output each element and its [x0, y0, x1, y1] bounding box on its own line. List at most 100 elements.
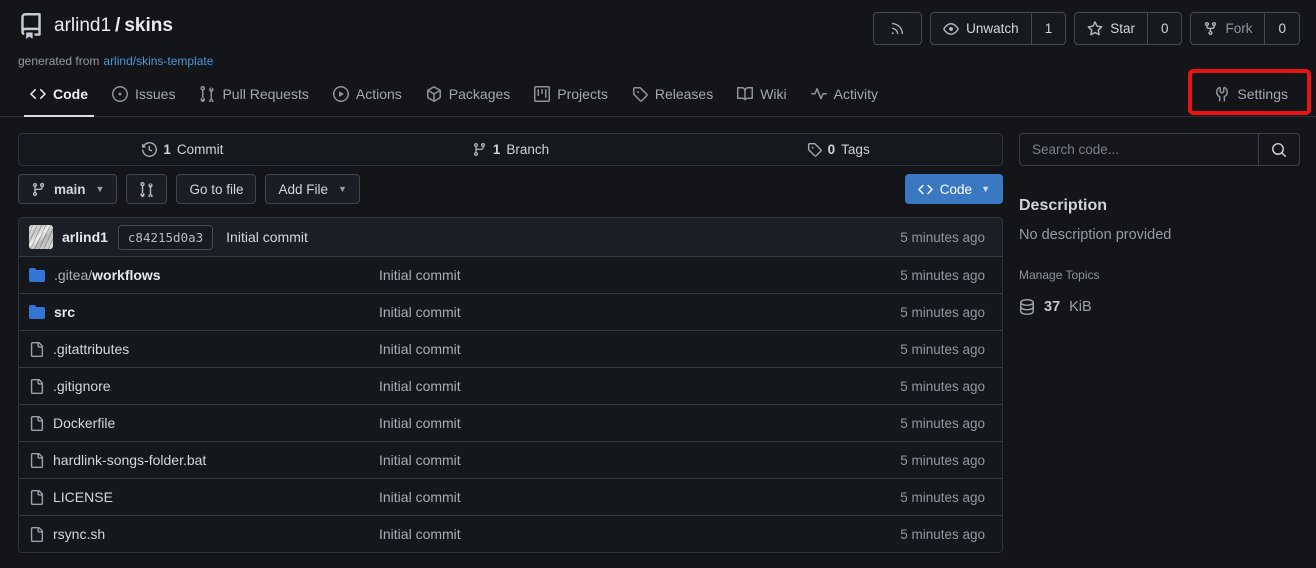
- code-download-button[interactable]: Code ▼: [905, 174, 1003, 204]
- file-row[interactable]: hardlink-songs-folder.bat Initial commit…: [19, 441, 1002, 478]
- tab-activity[interactable]: Activity: [799, 71, 890, 116]
- search-input[interactable]: [1020, 134, 1258, 165]
- code-search: [1019, 133, 1300, 166]
- repo-toolbar: main ▼ Go to file Add File ▼ Code ▼: [18, 174, 1003, 204]
- caret-down-icon: ▼: [338, 184, 347, 194]
- commit-author-link[interactable]: arlind1: [62, 229, 108, 245]
- commit-count: 1: [163, 142, 171, 157]
- tags-stat[interactable]: 0 Tags: [674, 134, 1002, 165]
- tab-label: Activity: [834, 86, 878, 102]
- latest-commit-row: arlind1 c84215d0a3 Initial commit 5 minu…: [19, 218, 1002, 256]
- branches-stat[interactable]: 1 Branch: [347, 134, 675, 165]
- search-button[interactable]: [1258, 134, 1299, 165]
- file-name[interactable]: LICENSE: [53, 489, 113, 505]
- file-time: 5 minutes ago: [900, 305, 992, 320]
- file-time: 5 minutes ago: [900, 490, 992, 505]
- manage-topics-link[interactable]: Manage Topics: [1019, 268, 1300, 282]
- commit-hash[interactable]: c84215d0a3: [118, 225, 213, 250]
- database-icon: [1019, 299, 1035, 315]
- file-row[interactable]: Dockerfile Initial commit 5 minutes ago: [19, 404, 1002, 441]
- file-row[interactable]: rsync.sh Initial commit 5 minutes ago: [19, 515, 1002, 552]
- file-name[interactable]: rsync.sh: [53, 526, 105, 542]
- pulse-icon: [811, 86, 827, 102]
- add-file-button[interactable]: Add File ▼: [265, 174, 359, 204]
- tab-packages[interactable]: Packages: [414, 71, 522, 116]
- repo-owner-link[interactable]: arlind1: [54, 15, 111, 36]
- file-commit-message[interactable]: Initial commit: [379, 378, 461, 394]
- main-content: 1 Commit 1 Branch 0 Tags main ▼: [18, 133, 1003, 553]
- file-icon: [29, 527, 44, 542]
- tab-label: Settings: [1237, 86, 1288, 102]
- file-commit-message[interactable]: Initial commit: [379, 341, 461, 357]
- repo-title: arlind1/skins: [54, 15, 173, 37]
- rss-button[interactable]: [873, 12, 922, 45]
- tab-label: Packages: [449, 86, 510, 102]
- repo-name-link[interactable]: skins: [124, 15, 173, 36]
- fork-button[interactable]: Fork: [1191, 13, 1264, 44]
- eye-icon: [943, 21, 959, 37]
- commits-stat[interactable]: 1 Commit: [19, 134, 347, 165]
- commit-count-label: Commit: [177, 142, 224, 157]
- file-icon: [29, 379, 44, 394]
- compare-button[interactable]: [126, 174, 167, 204]
- compare-icon: [139, 182, 154, 197]
- file-icon: [29, 342, 44, 357]
- file-name[interactable]: workflows: [92, 267, 160, 283]
- go-to-file-button[interactable]: Go to file: [176, 174, 256, 204]
- template-repo-link[interactable]: arlind/skins-template: [103, 54, 213, 68]
- file-name[interactable]: Dockerfile: [53, 415, 115, 431]
- unwatch-button[interactable]: Unwatch: [931, 13, 1031, 44]
- tab-label: Issues: [135, 86, 175, 102]
- file-name[interactable]: .gitignore: [53, 378, 111, 394]
- tab-pull-requests[interactable]: Pull Requests: [187, 71, 320, 116]
- tab-label: Code: [53, 86, 88, 102]
- file-commit-message[interactable]: Initial commit: [379, 452, 461, 468]
- watchers-count[interactable]: 1: [1031, 13, 1066, 44]
- fork-label: Fork: [1225, 21, 1252, 36]
- file-row[interactable]: LICENSE Initial commit 5 minutes ago: [19, 478, 1002, 515]
- add-file-label: Add File: [278, 182, 328, 197]
- file-commit-message[interactable]: Initial commit: [379, 489, 461, 505]
- star-button-group: Star 0: [1074, 12, 1182, 45]
- file-commit-message[interactable]: Initial commit: [379, 267, 461, 283]
- file-commit-message[interactable]: Initial commit: [379, 415, 461, 431]
- commit-message-link[interactable]: Initial commit: [226, 229, 308, 245]
- file-row[interactable]: .gitea/workflows Initial commit 5 minute…: [19, 256, 1002, 293]
- branch-icon: [472, 142, 487, 157]
- forks-count[interactable]: 0: [1264, 13, 1299, 44]
- tab-code[interactable]: Code: [18, 71, 100, 116]
- file-name[interactable]: .gitattributes: [53, 341, 129, 357]
- tab-wiki[interactable]: Wiki: [725, 71, 798, 116]
- commit-time: 5 minutes ago: [900, 230, 992, 245]
- file-row[interactable]: .gitattributes Initial commit 5 minutes …: [19, 330, 1002, 367]
- generated-from: generated from arlind/skins-template: [18, 54, 213, 68]
- search-icon: [1271, 142, 1287, 158]
- file-row[interactable]: .gitignore Initial commit 5 minutes ago: [19, 367, 1002, 404]
- watch-button-group: Unwatch 1: [930, 12, 1066, 45]
- file-name-prefix: .gitea/: [54, 267, 92, 283]
- tab-settings[interactable]: Settings: [1202, 71, 1300, 116]
- file-commit-message[interactable]: Initial commit: [379, 526, 461, 542]
- tab-projects[interactable]: Projects: [522, 71, 620, 116]
- tab-releases[interactable]: Releases: [620, 71, 725, 116]
- repo-page: arlind1/skins generated from arlind/skins…: [0, 0, 1316, 568]
- tab-issues[interactable]: Issues: [100, 71, 187, 116]
- branch-selector[interactable]: main ▼: [18, 174, 117, 204]
- file-commit-message[interactable]: Initial commit: [379, 304, 461, 320]
- fork-icon: [1203, 21, 1218, 36]
- stars-count[interactable]: 0: [1147, 13, 1182, 44]
- avatar[interactable]: [29, 225, 53, 249]
- star-button[interactable]: Star: [1075, 13, 1147, 44]
- rss-icon: [890, 21, 905, 36]
- file-name[interactable]: src: [54, 304, 75, 320]
- sidebar: Description No description provided Mana…: [1019, 133, 1300, 315]
- tab-label: Releases: [655, 86, 713, 102]
- file-name[interactable]: hardlink-songs-folder.bat: [53, 452, 206, 468]
- branch-icon: [31, 182, 46, 197]
- folder-icon: [29, 304, 45, 320]
- generated-from-label: generated from: [18, 54, 99, 68]
- tab-actions[interactable]: Actions: [321, 71, 414, 116]
- file-table: arlind1 c84215d0a3 Initial commit 5 minu…: [18, 217, 1003, 553]
- caret-down-icon: ▼: [981, 184, 990, 194]
- file-row[interactable]: src Initial commit 5 minutes ago: [19, 293, 1002, 330]
